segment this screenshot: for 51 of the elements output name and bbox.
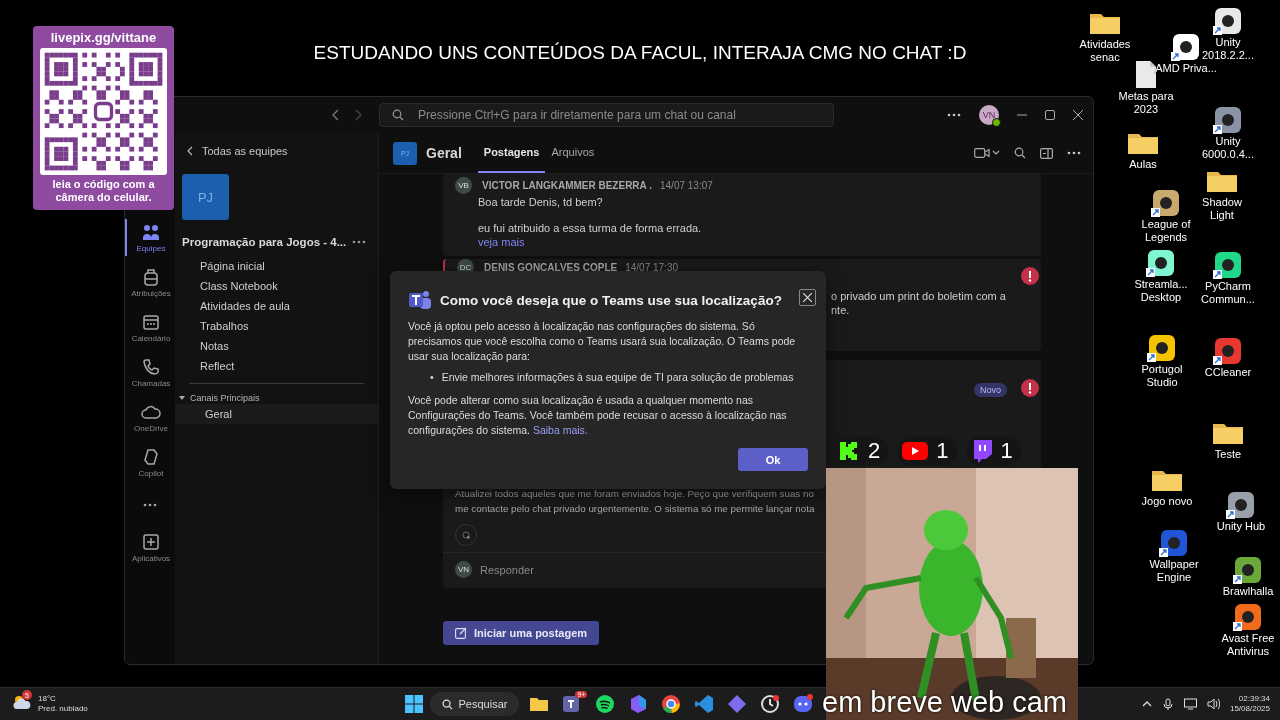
clock-date: 15/08/2025 bbox=[1229, 704, 1270, 714]
desktop-icon-label: Unity Hub bbox=[1216, 520, 1266, 533]
clock-time: 02:39:34 bbox=[1238, 694, 1270, 704]
viewer-count: 2 bbox=[868, 438, 881, 464]
desktop-icon-label: Metas para 2023 bbox=[1117, 90, 1175, 116]
reply-label: Responder bbox=[480, 563, 534, 576]
forecast: Pred. nublado bbox=[38, 704, 88, 714]
desktop-icon-label: League of Legends bbox=[1140, 218, 1192, 244]
message-text: o privado um print do boletim com a bbox=[831, 289, 1006, 303]
dialog-title: Como você deseja que o Teams use sua localização? bbox=[440, 292, 782, 308]
author-name: VICTOR LANGKAMMER BEZERRA . bbox=[482, 180, 652, 191]
temperature: 18°C bbox=[38, 694, 57, 704]
message-text: eu fui atribuido a essa turma de forma errada. bbox=[478, 222, 703, 234]
stream-title: ESTUDANDO UNS CONTEÚDOS DA FACUL, INTERAJA CMG NO CHAT :D bbox=[312, 42, 968, 64]
qr-caption: leia o código com a câmera do celular. bbox=[51, 178, 156, 204]
desktop-icon-label: Jogo novo bbox=[1141, 495, 1193, 508]
user-avatar: VN bbox=[455, 561, 472, 578]
team-name: Programação para Jogos - 4... bbox=[182, 236, 347, 248]
desktop-icon-label: AMD Priva... bbox=[1155, 62, 1217, 75]
desktop-icon-label: Wallpaper Engine bbox=[1148, 558, 1200, 584]
dialog-text: Você pode alterar como sua localização é usada a qualquer momento nas Configurações do Teams. Você também pode recusar o acesso à localização nas configurações do sistema. Saiba mais. bbox=[408, 393, 788, 438]
desktop-icon-label: Unity 2018.2.2... bbox=[1201, 36, 1255, 62]
desktop-icon-label: CCleaner bbox=[1204, 366, 1252, 379]
channel-name: Geral bbox=[426, 145, 462, 161]
author-avatar: VB bbox=[455, 177, 472, 194]
message-text: Boa tarde Denis, td bem? bbox=[478, 196, 604, 208]
team-avatar: PJ bbox=[182, 174, 229, 220]
qr-url: livepix.gg/vittane bbox=[50, 30, 157, 45]
desktop-icon-label: Atividades senac bbox=[1078, 38, 1132, 64]
message-text: nte. bbox=[831, 303, 850, 317]
post-time: 14/07 17:30 bbox=[625, 262, 678, 273]
desktop-icon-label: Portugol Studio bbox=[1140, 363, 1184, 389]
desktop-icon-label: Avast Free Antivirus bbox=[1220, 632, 1276, 658]
desktop-icon-label: PyCharm Commun... bbox=[1200, 280, 1256, 306]
author-name: DENIS GONCALVES COPLE bbox=[484, 262, 618, 273]
desktop-icon-label: Brawlhalla bbox=[1222, 585, 1274, 598]
desktop-icon-label: Shadow Light bbox=[1201, 196, 1243, 222]
desktop-icon-label: Streamla... Desktop bbox=[1133, 278, 1189, 304]
message-text: me contacte pelo chat privado urgentemente. O sistema só me permite lançar nota bbox=[455, 502, 815, 516]
new-badge: Novo bbox=[974, 383, 1007, 397]
post-time: 14/07 13:07 bbox=[660, 180, 713, 191]
message-text: Atualizei todos aqueles que me foram enviados hoje. Peço que verifiquem suas no bbox=[455, 487, 814, 501]
bullet-item: Envie melhores informações à sua equipe de TI para solução de problemas bbox=[441, 370, 794, 385]
desktop-icon-label: Teste bbox=[1214, 448, 1242, 461]
dialog-text: Você já optou pelo acesso à localização nas configurações do sistema. Só precisamos que você escolha como o Teams usará sua localização. O Teams pode usar sua localização para: bbox=[408, 319, 797, 364]
webcam-caption: em breve web cam bbox=[822, 686, 1067, 719]
bullet-marker: • bbox=[430, 370, 434, 385]
viewer-count: 1 bbox=[936, 438, 949, 464]
desktop-icon-label: Aulas bbox=[1129, 158, 1157, 171]
desktop-icon-label: Unity 6000.0.4... bbox=[1201, 135, 1255, 161]
viewer-count: 1 bbox=[1000, 438, 1013, 464]
